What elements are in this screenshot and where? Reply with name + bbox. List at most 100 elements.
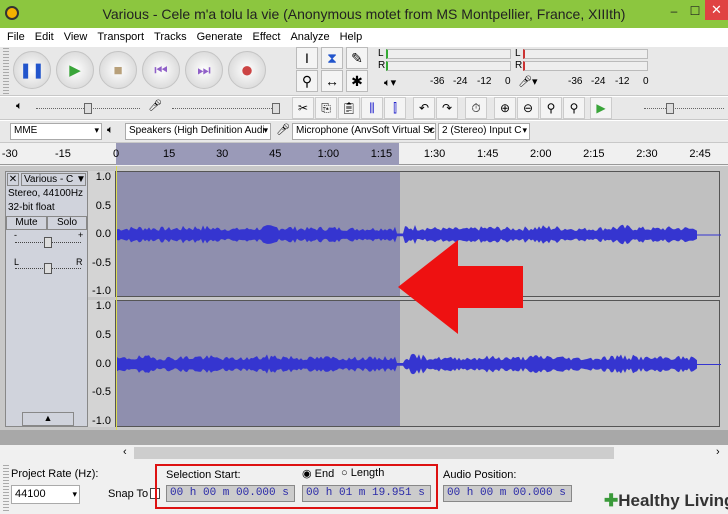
track-rate-info: Stereo, 44100Hz — [8, 188, 84, 199]
axis-label: 0.0 — [95, 228, 111, 240]
input-channels-select[interactable]: 2 (Stereo) Input C ▾ — [438, 123, 530, 140]
gain-slider[interactable] — [15, 237, 81, 248]
solo-button[interactable]: Solo — [47, 216, 87, 230]
zoom-tool-icon[interactable]: ⚲ — [296, 70, 318, 92]
ruler-tick-label: 1:30 — [423, 148, 446, 160]
toolbar-grip[interactable] — [3, 48, 9, 94]
selection-start-value: 00 h 00 m 00.000 s — [170, 487, 289, 499]
sync-lock-icon[interactable]: ⏱ — [465, 97, 487, 119]
axis-label: -1.0 — [92, 285, 111, 297]
record-meter-l[interactable] — [523, 49, 648, 59]
axis-label: -0.5 — [92, 256, 111, 269]
menu-analyze[interactable]: Analyze — [290, 31, 329, 43]
collapse-track-button[interactable]: ▲ — [22, 412, 74, 426]
track-name-menu[interactable]: Various - C ▼ — [21, 173, 86, 186]
multi-tool-icon[interactable]: ✱ — [346, 70, 368, 92]
trim-icon[interactable]: ⫼ — [361, 97, 383, 119]
toolbar-grip[interactable] — [3, 465, 9, 511]
close-button[interactable]: ✕ — [705, 0, 728, 20]
input-device-select[interactable]: Microphone (AnvSoft Virtual Sc ▾ — [292, 123, 436, 140]
scroll-left-icon[interactable]: ‹ — [123, 446, 127, 458]
ruler-tick-label: 1:15 — [370, 148, 393, 160]
horizontal-scrollbar[interactable]: ‹ › — [116, 445, 728, 461]
playback-meter-r[interactable] — [386, 61, 511, 71]
pause-button[interactable]: ❚❚ — [13, 51, 51, 89]
pan-slider[interactable] — [15, 263, 81, 274]
paste-icon[interactable]: 📋︎ — [338, 97, 360, 119]
window-title: Various - Cele m'a tolu la vie (Anonymou… — [102, 6, 626, 22]
play-at-speed-icon[interactable]: ▶ — [590, 97, 612, 119]
ruler-tick-label: 2:15 — [583, 148, 605, 160]
end-radio[interactable]: ◉ End — [302, 467, 334, 480]
red-arrow-annotation — [398, 240, 523, 334]
slider-thumb[interactable] — [44, 237, 52, 248]
ruler-tick-label: 1:00 — [317, 148, 340, 160]
record-meter-r[interactable] — [523, 61, 648, 71]
silence-icon[interactable]: ⫿ — [384, 97, 406, 119]
menu-effect[interactable]: Effect — [253, 31, 281, 43]
selection-end-field[interactable]: 00 h 01 m 19.951 s — [302, 485, 431, 502]
menu-edit[interactable]: Edit — [35, 31, 54, 43]
selection-start-field[interactable]: 00 h 00 m 00.000 s — [166, 485, 295, 502]
gain-plus-label: + — [78, 230, 84, 240]
play-button[interactable]: ▶ — [56, 51, 94, 89]
scrollbar-thumb[interactable] — [134, 447, 614, 459]
menu-generate[interactable]: Generate — [197, 31, 243, 43]
selection-tool-icon[interactable]: I — [296, 47, 318, 69]
record-volume-slider[interactable] — [172, 103, 280, 114]
audio-host-select[interactable]: MME ▾ — [10, 123, 102, 140]
skip-to-end-button[interactable]: ⏭ — [185, 51, 223, 89]
menu-view[interactable]: View — [64, 31, 88, 43]
meter-left-label: L — [378, 48, 384, 59]
close-track-button[interactable]: ✕ — [7, 173, 19, 186]
meter-tick: 0 — [643, 76, 649, 87]
zoom-out-icon[interactable]: ⊖ — [517, 97, 539, 119]
copy-icon[interactable]: ⎘ — [315, 97, 337, 119]
menu-help[interactable]: Help — [340, 31, 363, 43]
meter-right-label: R — [515, 60, 523, 71]
ruler-tick-label: 1:45 — [476, 148, 499, 160]
fit-selection-icon[interactable]: ⚲ — [540, 97, 562, 119]
slider-thumb[interactable] — [666, 103, 674, 114]
stop-button[interactable]: ■ — [99, 51, 137, 89]
menu-transport[interactable]: Transport — [97, 31, 144, 43]
draw-tool-icon[interactable]: ✎ — [346, 47, 368, 69]
microphone-icon[interactable]: 🎤︎▾ — [518, 75, 538, 88]
audio-position-field[interactable]: 00 h 00 m 00.000 s — [443, 485, 572, 502]
meter-tick: -12 — [477, 76, 492, 87]
fit-project-icon[interactable]: ⚲ — [563, 97, 585, 119]
redo-icon[interactable]: ↷ — [436, 97, 458, 119]
axis-label: -0.5 — [92, 386, 111, 399]
output-device-select[interactable]: Speakers (High Definition Audi ▾ — [125, 123, 271, 140]
scroll-right-icon[interactable]: › — [716, 446, 720, 458]
play-speed-slider[interactable] — [644, 103, 724, 114]
envelope-tool-icon[interactable]: ⧗ — [321, 47, 343, 69]
slider-thumb[interactable] — [44, 263, 52, 274]
record-button[interactable]: ● — [228, 51, 266, 89]
slider-thumb[interactable] — [272, 103, 280, 114]
axis-label: 1.0 — [95, 300, 111, 312]
slider-thumb[interactable] — [84, 103, 92, 114]
mute-button[interactable]: Mute — [6, 216, 47, 230]
skip-to-start-button[interactable]: ⏮ — [142, 51, 180, 89]
timeshift-tool-icon[interactable]: ↔ — [321, 70, 343, 92]
timeline-ruler[interactable]: -30 -15 0 15 30 45 1:00 1:15 1:30 1:45 2:00 2:15 2:3… — [0, 143, 728, 165]
axis-label: 1.0 — [95, 171, 111, 183]
track-axis-top: 1.0 0.5 0.0 -0.5 -1.0 — [88, 171, 116, 297]
track-axis-bottom: 1.0 0.5 0.0 -0.5 -1.0 — [88, 300, 116, 427]
project-rate-select[interactable]: 44100 ▾ — [11, 485, 80, 504]
zoom-in-icon[interactable]: ⊕ — [494, 97, 516, 119]
menu-tracks[interactable]: Tracks — [154, 31, 187, 43]
length-radio[interactable]: ○ Length — [341, 467, 384, 479]
project-rate-label: Project Rate (Hz): — [11, 468, 99, 480]
minimize-button[interactable]: – — [663, 4, 685, 22]
playback-meter-l[interactable] — [386, 49, 511, 59]
undo-icon[interactable]: ↶ — [413, 97, 435, 119]
meter-tick: -36 — [430, 76, 445, 87]
snap-to-label: Snap To — [108, 488, 149, 500]
maximize-button[interactable]: ☐ — [684, 4, 706, 22]
cut-icon[interactable]: ✂ — [292, 97, 314, 119]
playback-volume-slider[interactable] — [36, 103, 140, 114]
menu-file[interactable]: File — [7, 31, 25, 43]
input-channels-value: 2 (Stereo) Input C — [442, 125, 522, 136]
